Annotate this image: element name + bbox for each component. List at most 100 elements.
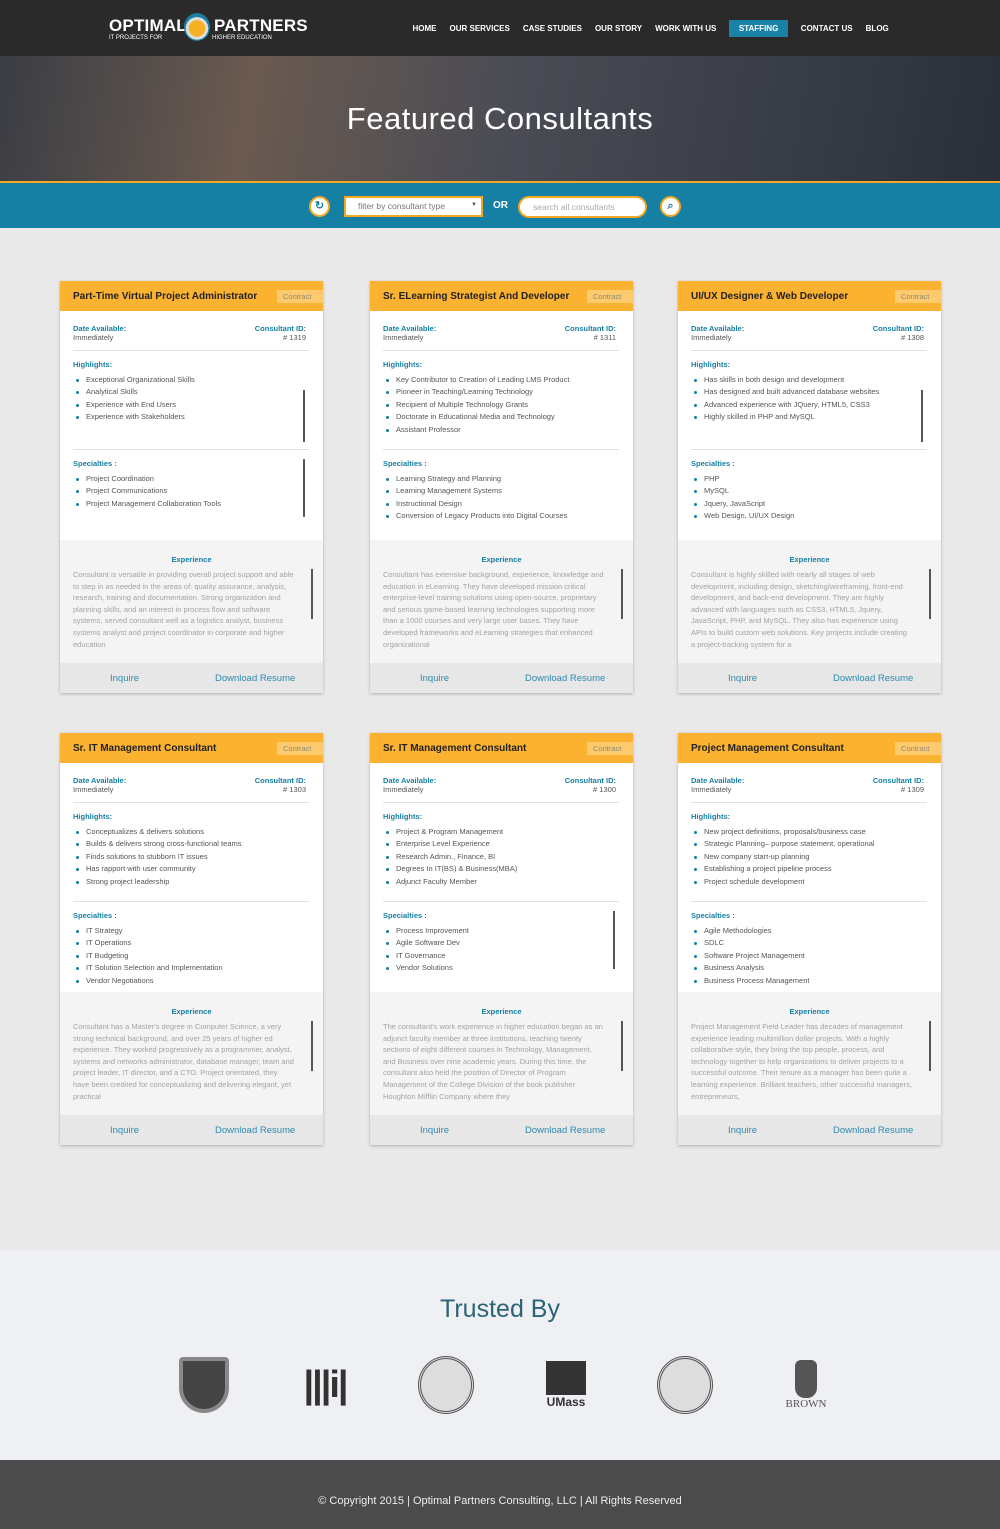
northeastern-logo bbox=[655, 1355, 715, 1415]
list-item: Recipient of Multiple Technology Grants bbox=[383, 399, 619, 411]
experience-label: Experience bbox=[481, 1007, 522, 1016]
list-item: Agile Software Dev bbox=[383, 937, 619, 949]
list-item: Enterprise Level Experience bbox=[383, 838, 619, 850]
divider bbox=[383, 350, 619, 351]
experience-text: The consultant's work experience in high… bbox=[383, 1022, 603, 1101]
divider bbox=[73, 449, 309, 450]
divider bbox=[691, 901, 927, 902]
top-navbar: OPTIMAL PARTNERS IT PROJECTS FOR HIGHER ED… bbox=[0, 0, 1000, 56]
scrollbar[interactable] bbox=[311, 569, 313, 619]
contract-badge: Contract bbox=[277, 290, 323, 303]
experience-section: Experience Consultant has extensive backg… bbox=[370, 540, 633, 663]
consultant-id-value: # 1300 bbox=[593, 785, 616, 794]
refresh-icon[interactable]: ↻ bbox=[309, 196, 330, 217]
nav-item-our-story[interactable]: OUR STORY bbox=[588, 21, 648, 37]
scrollbar[interactable] bbox=[613, 911, 615, 969]
experience-text: Consultant has extensive background, exp… bbox=[383, 570, 604, 649]
list-item: Pioneer in Teaching/Learning Technology bbox=[383, 386, 619, 398]
highlights-section: Highlights: New project definitions, prop… bbox=[691, 812, 927, 894]
experience-section: Experience Project Management Field Leade… bbox=[678, 992, 941, 1115]
list-item: SDLC bbox=[691, 937, 927, 949]
contract-badge: Contract bbox=[895, 290, 941, 303]
consultant-id-label: Consultant ID: bbox=[564, 324, 616, 333]
list-item: Project Management Collaboration Tools bbox=[73, 498, 309, 510]
card-header: Project Management Consultant Contract bbox=[678, 733, 941, 763]
list-item: MySQL bbox=[691, 485, 927, 497]
list-item: Advanced experience with JQuery, HTML5, … bbox=[691, 399, 927, 411]
inquire-button[interactable]: Inquire bbox=[728, 673, 757, 684]
specialties-label: Specialties : bbox=[691, 459, 735, 468]
search-input[interactable]: search all consultants bbox=[518, 196, 647, 218]
logo-subtext: HIGHER EDUCATION bbox=[212, 35, 272, 41]
highlights-section: Highlights: Conceptualizes & delivers sol… bbox=[73, 812, 309, 894]
highlights-section: Highlights: Exceptional Organizational Sk… bbox=[73, 360, 309, 442]
list-item: Experience with Stakeholders bbox=[73, 411, 309, 423]
highlights-label: Highlights: bbox=[73, 812, 113, 821]
consultant-title: Sr. ELearning Strategist And Developer bbox=[383, 291, 570, 302]
list-item: IT Budgeting bbox=[73, 950, 309, 962]
nav-item-our-services[interactable]: OUR SERVICES bbox=[443, 21, 516, 37]
download-resume-button[interactable]: Download Resume bbox=[525, 673, 605, 684]
card-info: Date Available: Immediately Consultant ID… bbox=[60, 311, 323, 540]
experience-text: Consultant is versatile in providing ove… bbox=[73, 570, 294, 649]
search-icon[interactable]: ⌕ bbox=[660, 196, 681, 217]
list-item: Has skills in both design and developmen… bbox=[691, 374, 927, 386]
inquire-button[interactable]: Inquire bbox=[420, 1125, 449, 1136]
download-resume-button[interactable]: Download Resume bbox=[833, 673, 913, 684]
download-resume-button[interactable]: Download Resume bbox=[215, 1125, 295, 1136]
consultant-card: Part-Time Virtual Project Administrator C… bbox=[60, 281, 323, 693]
list-item: IT Operations bbox=[73, 937, 309, 949]
list-item: Process Improvement bbox=[383, 925, 619, 937]
download-resume-button[interactable]: Download Resume bbox=[215, 673, 295, 684]
specialties-section: Specialties : Process Improvement Agile So… bbox=[383, 911, 619, 989]
specialties-section: Specialties : Project Coordination Project… bbox=[73, 459, 309, 537]
card-actions: Inquire Download Resume bbox=[60, 663, 323, 693]
card-info: Date Available: Immediately Consultant ID… bbox=[678, 763, 941, 992]
brown-logo: BROWN bbox=[778, 1355, 834, 1415]
logo-mark-icon bbox=[184, 13, 210, 41]
experience-text: Consultant has a Master's degree in Comp… bbox=[73, 1022, 294, 1101]
inquire-button[interactable]: Inquire bbox=[728, 1125, 757, 1136]
scrollbar[interactable] bbox=[621, 1021, 623, 1071]
card-header: Part-Time Virtual Project Administrator C… bbox=[60, 281, 323, 311]
nav-item-case-studies[interactable]: CASE STUDIES bbox=[516, 21, 588, 37]
scrollbar[interactable] bbox=[621, 569, 623, 619]
inquire-button[interactable]: Inquire bbox=[420, 673, 449, 684]
download-resume-button[interactable]: Download Resume bbox=[525, 1125, 605, 1136]
list-item: Establishing a project pipeline process bbox=[691, 863, 927, 875]
scrollbar[interactable] bbox=[303, 459, 305, 517]
nav-item-home[interactable]: HOME bbox=[406, 21, 443, 37]
filter-bar: ↻ filter by consultant type ▼ OR search a… bbox=[0, 181, 1000, 228]
list-item: Adjunct Faculty Member bbox=[383, 876, 619, 888]
scrollbar[interactable] bbox=[929, 1021, 931, 1071]
specialties-label: Specialties : bbox=[73, 459, 117, 468]
consultant-id-value: # 1319 bbox=[283, 333, 306, 342]
nav-item-work-with-us[interactable]: WORK WITH US bbox=[649, 21, 723, 37]
scrollbar[interactable] bbox=[311, 1021, 313, 1071]
nav-item-contact-us[interactable]: CONTACT US bbox=[794, 21, 859, 37]
scrollbar[interactable] bbox=[303, 390, 305, 442]
list-item: Key Contributor to Creation of Leading L… bbox=[383, 374, 619, 386]
list-item: Learning Strategy and Planning bbox=[383, 473, 619, 485]
list-item: Jquery, JavaScript bbox=[691, 498, 927, 510]
divider bbox=[73, 901, 309, 902]
inquire-button[interactable]: Inquire bbox=[110, 1125, 139, 1136]
footer: © Copyright 2015 | Optimal Partners Cons… bbox=[0, 1460, 1000, 1529]
download-resume-button[interactable]: Download Resume bbox=[833, 1125, 913, 1136]
consultant-title: Part-Time Virtual Project Administrator bbox=[73, 291, 258, 302]
card-actions: Inquire Download Resume bbox=[678, 1115, 941, 1145]
highlights-label: Highlights: bbox=[691, 812, 731, 821]
consultant-card: Sr. IT Management Consultant Contract Dat… bbox=[60, 733, 323, 1145]
experience-label: Experience bbox=[171, 555, 212, 564]
consultant-id-value: # 1303 bbox=[283, 785, 306, 794]
inquire-button[interactable]: Inquire bbox=[110, 673, 139, 684]
scrollbar[interactable] bbox=[929, 569, 931, 619]
nav-item-blog[interactable]: BLOG bbox=[859, 21, 895, 37]
logo[interactable]: OPTIMAL PARTNERS IT PROJECTS FOR HIGHER ED… bbox=[109, 13, 309, 44]
consultant-type-select[interactable]: filter by consultant type ▼ bbox=[344, 196, 483, 217]
specialties-section: Specialties : PHP MySQL Jquery, JavaScript W… bbox=[691, 459, 927, 537]
scrollbar[interactable] bbox=[921, 390, 923, 442]
logo-text: OPTIMAL bbox=[109, 16, 187, 35]
nav-item-staffing[interactable]: STAFFING bbox=[728, 20, 789, 37]
experience-text: Consultant is highly skilled with nearly… bbox=[691, 570, 907, 649]
